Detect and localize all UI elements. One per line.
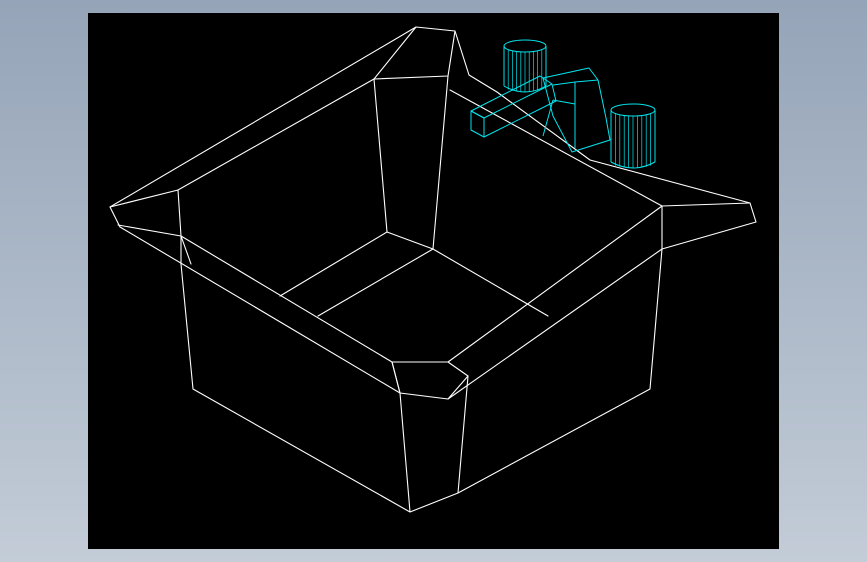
rim-back-inner-edge xyxy=(177,30,456,191)
faucet-spout xyxy=(470,75,557,138)
rim-outer-edge xyxy=(109,26,757,400)
sink-body xyxy=(109,26,757,513)
cad-viewport[interactable] xyxy=(88,13,779,549)
rim-right-inner-edge xyxy=(449,89,751,207)
basin-back-left-corner xyxy=(373,75,449,250)
rim-front-left-edge xyxy=(180,205,663,363)
basin-floor-back xyxy=(317,248,434,317)
faucet-assembly xyxy=(470,39,656,169)
right-handle-cylinder xyxy=(610,103,656,169)
body-front-edge-left xyxy=(399,392,411,513)
sink-wireframe-drawing xyxy=(109,26,757,513)
body-left-side xyxy=(180,248,663,513)
left-handle-cylinder xyxy=(503,39,547,93)
rim-left-inner-edge xyxy=(117,224,192,265)
faucet-base xyxy=(542,67,611,153)
rim-left-fold xyxy=(109,189,182,237)
basin-floor-right xyxy=(432,248,549,317)
basin-floor-left xyxy=(279,231,388,297)
rim-front-corner-right xyxy=(447,361,469,400)
body-front-edge-right xyxy=(457,375,469,494)
rim-back-corner xyxy=(373,26,417,80)
